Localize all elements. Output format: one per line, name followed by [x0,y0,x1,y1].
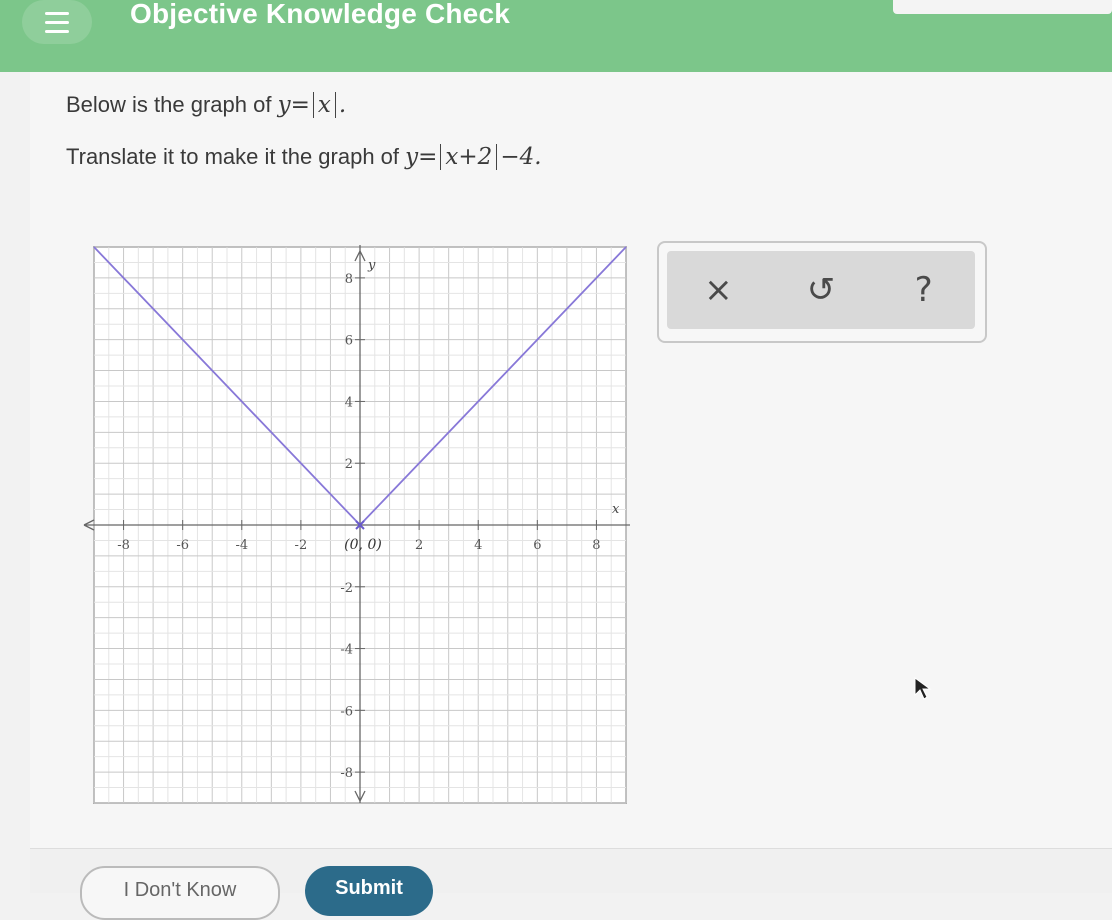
clear-icon[interactable]: × [688,260,748,320]
toolbox-buttons: × ↺ ? [667,251,975,329]
coordinate-graph[interactable]: x y -8 -6 -4 -2 2 4 6 8 -8 -6 -4 -2 2 4 6 8 (0, 0) [70,245,630,805]
equation-1: y= x. [277,92,347,118]
dont-know-button[interactable]: I Don't Know [80,866,280,920]
y-tick-label: -2 [340,581,353,596]
question-text-1: Below is the graph of [66,92,272,117]
top-right-tab[interactable] [893,0,1112,14]
equation-1-lhs: y= [277,92,310,118]
x-tick-label: -4 [235,538,248,553]
x-tick-label: -2 [295,538,308,553]
equation-1-end: . [338,92,347,118]
y-tick-label: 4 [345,395,353,410]
page-title: Objective Knowledge Check [130,0,510,29]
question-line-1: Below is the graph of y= x. [66,92,346,118]
y-tick-label: 2 [345,457,353,472]
equation-2-lhs: y= [405,144,438,170]
question-line-2: Translate it to make it the graph of y= x… [66,144,542,170]
x-tick-label: 8 [592,538,600,553]
y-tick-label: 6 [345,334,353,349]
x-tick-label: -8 [117,538,130,553]
y-axis-label: y [367,258,376,273]
graph-toolbox: × ↺ ? [657,241,987,343]
submit-button[interactable]: Submit [305,866,433,916]
y-tick-label: -8 [340,766,353,781]
y-tick-label: -6 [340,704,353,719]
x-tick-label: 6 [533,538,541,553]
x-axis-label: x [612,502,620,517]
hamburger-menu-icon[interactable] [22,0,92,44]
help-icon[interactable]: ? [894,260,954,320]
equation-2-abs: x+2 [440,144,498,170]
vertex-label: (0, 0) [344,537,382,553]
x-tick-label: 4 [474,538,482,553]
question-text-2: Translate it to make it the graph of [66,144,400,169]
top-bar: Objective Knowledge Check [0,0,1112,72]
y-tick-label: -4 [340,643,353,658]
equation-2: y= x+2 −4. [405,144,542,170]
equation-2-rest: −4. [500,144,542,170]
undo-icon[interactable]: ↺ [791,260,851,320]
equation-1-abs: x [312,92,336,118]
graph-area[interactable]: x y -8 -6 -4 -2 2 4 6 8 -8 -6 -4 -2 2 4 6 8 (0, 0) [70,245,630,805]
x-tick-label: 2 [415,538,423,553]
x-tick-label: -6 [176,538,189,553]
y-tick-label: 8 [345,272,353,287]
